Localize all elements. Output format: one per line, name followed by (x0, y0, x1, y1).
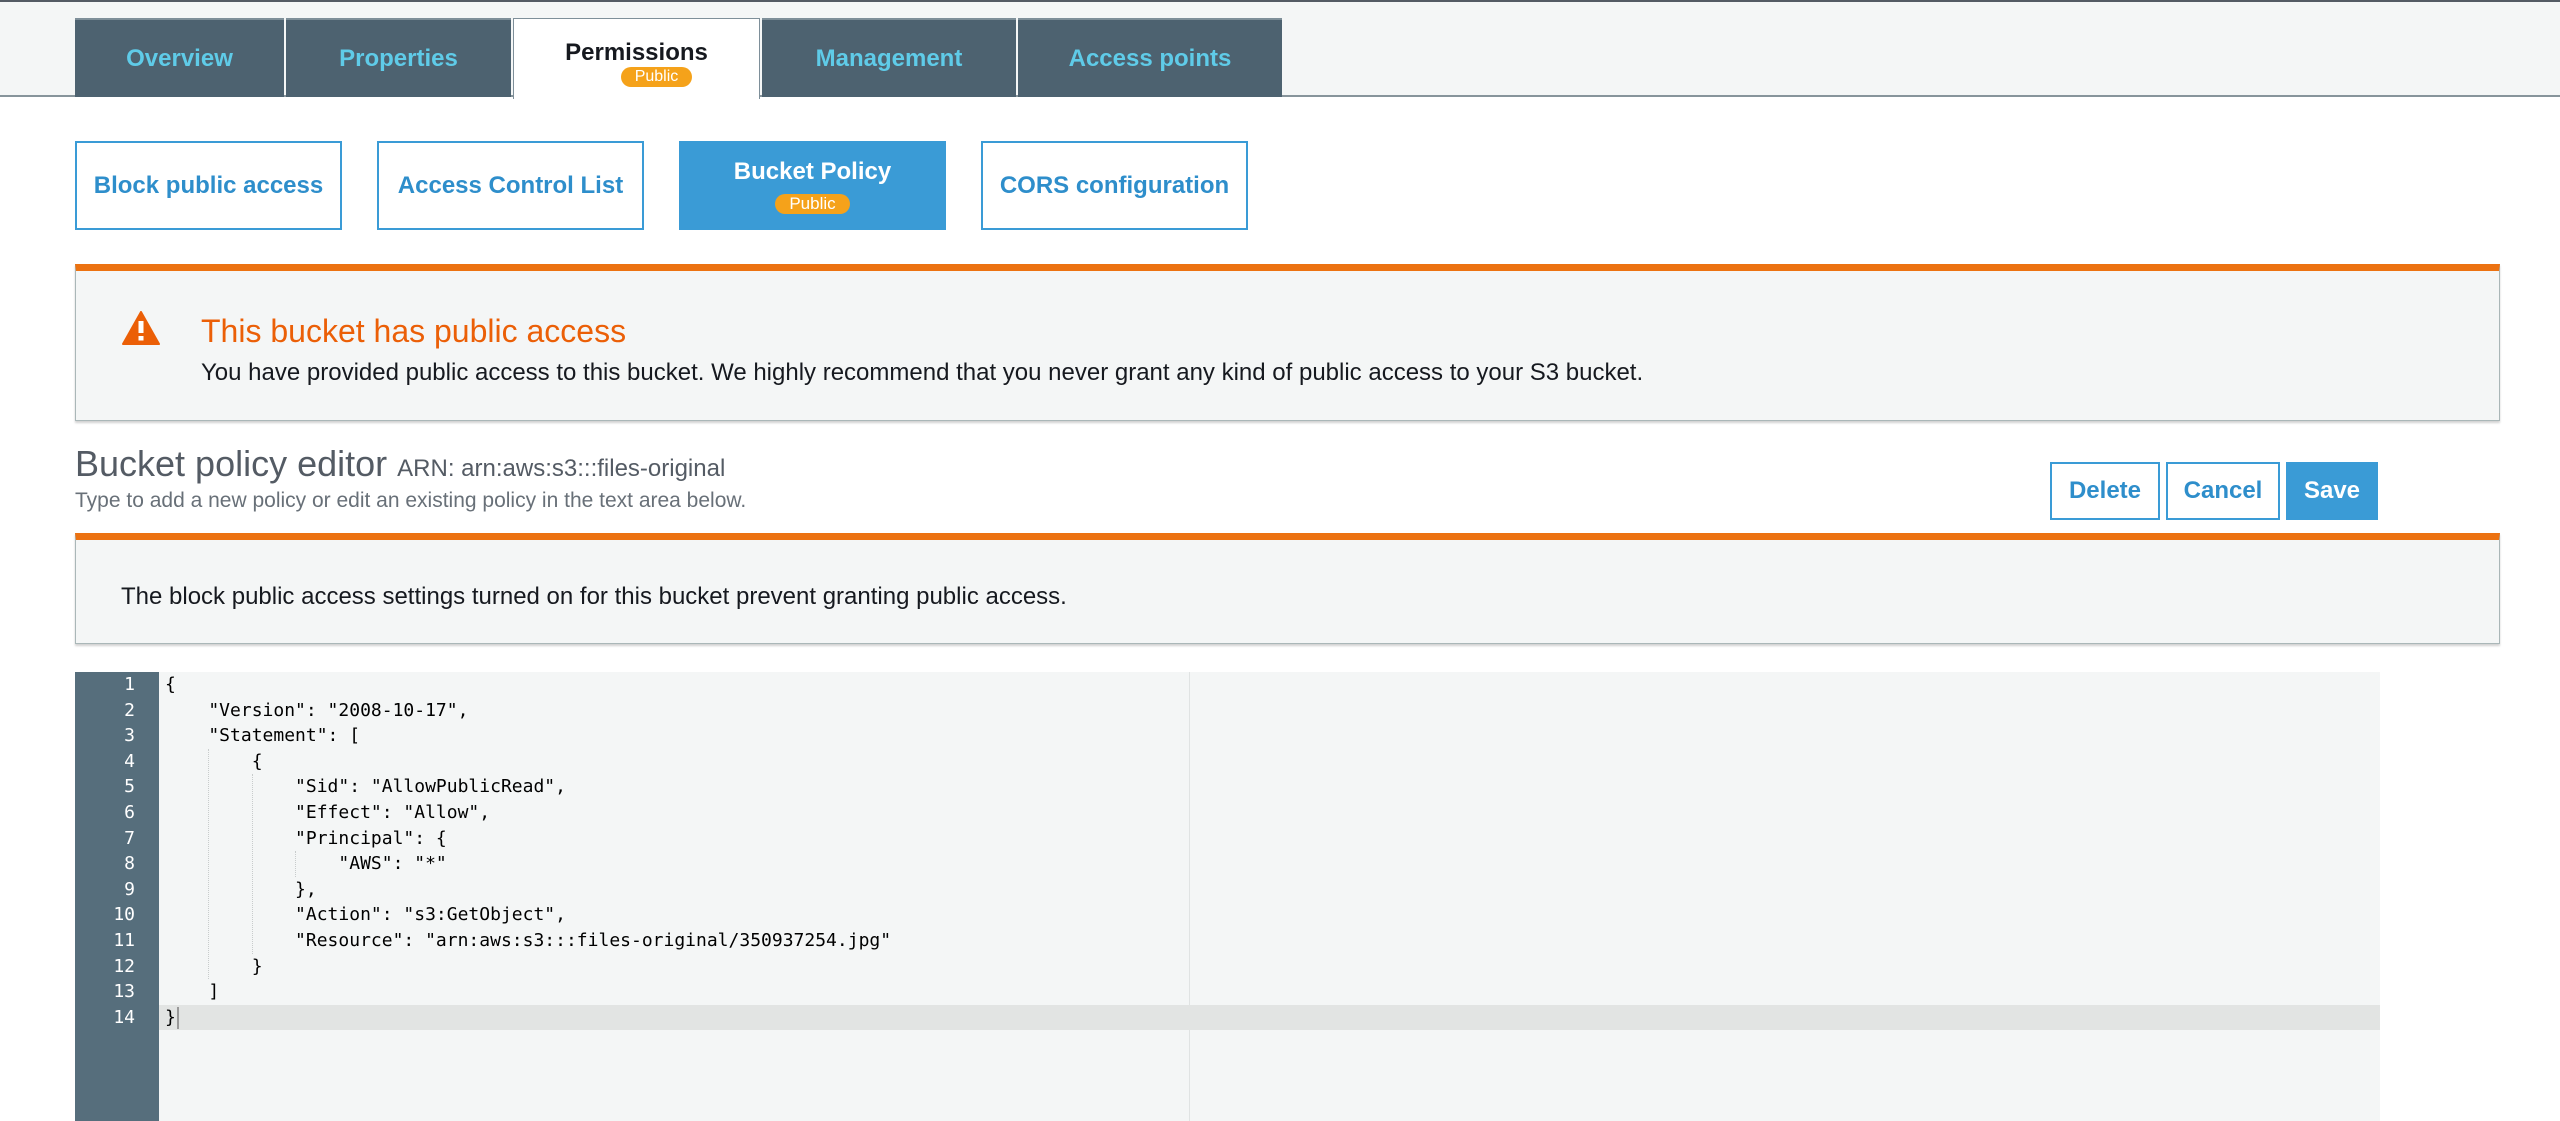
line-number: 4 (124, 750, 135, 772)
tab-access-points[interactable]: Access points (1018, 18, 1282, 97)
indent-guide (251, 774, 253, 954)
permissions-subtabs: Block public access Access Control List … (75, 141, 1248, 230)
code-line: "Principal": { (165, 827, 447, 849)
policy-code-editor[interactable]: 1 2 3 4 5 6 7 8 9 10 11 12 13 14 { "Version": "2008-1… (75, 672, 2380, 1121)
line-number: 10 (113, 904, 135, 926)
save-button[interactable]: Save (2286, 462, 2378, 520)
subtab-cors-configuration[interactable]: CORS configuration (981, 141, 1248, 230)
code-line: }, (165, 878, 317, 900)
tab-properties[interactable]: Properties (286, 18, 511, 97)
subtab-label: CORS configuration (999, 171, 1230, 199)
subtab-label: Bucket Policy (733, 157, 892, 185)
subtab-label: Access Control List (397, 171, 624, 199)
subtab-label: Block public access (93, 171, 324, 199)
tab-permissions[interactable]: Permissions Public (513, 18, 760, 99)
bucket-arn: ARN: arn:aws:s3:::files-original (397, 455, 726, 482)
code-line: { (165, 750, 263, 772)
subtab-bucket-policy[interactable]: Bucket Policy Public (679, 141, 946, 230)
line-number: 8 (124, 853, 135, 875)
code-line: "Version": "2008-10-17", (165, 699, 469, 721)
code-line: "Statement": [ (165, 725, 361, 747)
line-number: 5 (124, 776, 135, 798)
line-number: 13 (113, 981, 135, 1003)
alert-body: The block public access settings turned … (121, 583, 1067, 610)
line-number: 11 (113, 929, 135, 951)
alert-body: You have provided public access to this … (201, 359, 1644, 386)
code-line: } (165, 955, 263, 977)
line-number: 6 (124, 801, 135, 823)
delete-button[interactable]: Delete (2050, 462, 2160, 520)
code-line: "Action": "s3:GetObject", (165, 904, 566, 926)
subtab-access-control-list[interactable]: Access Control List (377, 141, 644, 230)
tab-management[interactable]: Management (762, 18, 1016, 97)
tab-label: Access points (1068, 44, 1232, 72)
code-line: { (165, 674, 176, 695)
line-number: 7 (124, 827, 135, 849)
top-tab-bar: Overview Properties Permissions Public M… (0, 0, 2560, 99)
indent-guide (208, 748, 210, 980)
code-line: "Resource": "arn:aws:s3:::files-original… (165, 929, 892, 951)
subtab-block-public-access[interactable]: Block public access (75, 141, 342, 230)
public-badge: Public (620, 67, 693, 87)
line-number-gutter: 1 2 3 4 5 6 7 8 9 10 11 12 13 14 (75, 672, 159, 1121)
editor-title: Bucket policy editor (75, 443, 388, 484)
tab-label: Properties (339, 44, 458, 72)
code-line: ] (165, 981, 220, 1003)
page-title: Bucket policy editor ARN: arn:aws:s3:::f… (75, 443, 725, 485)
code-line: "Effect": "Allow", (165, 801, 491, 823)
editor-subtitle: Type to add a new policy or edit an exis… (75, 489, 747, 512)
tab-overview[interactable]: Overview (75, 18, 284, 97)
line-number: 9 (124, 878, 135, 900)
public-badge: Public (775, 193, 850, 214)
tab-label: Management (815, 44, 963, 72)
public-access-alert: This bucket has public access You have p… (75, 264, 2500, 421)
line-number: 12 (113, 955, 135, 977)
line-number: 1 (124, 674, 135, 695)
tab-label: Permissions (565, 39, 708, 66)
code-line: "AWS": "*" (165, 853, 447, 875)
warning-icon (122, 311, 160, 345)
line-number: 2 (124, 699, 135, 721)
alert-title: This bucket has public access (201, 313, 627, 349)
code-line: } (159, 1004, 2380, 1031)
text-cursor (176, 1006, 179, 1029)
code-line: "Sid": "AllowPublicRead", (165, 776, 566, 798)
tab-label: Overview (126, 44, 233, 72)
block-public-access-alert: The block public access settings turned … (75, 533, 2500, 644)
code-text-area[interactable]: { "Version": "2008-10-17", "Statement": … (159, 672, 2380, 1121)
line-number: 14 (113, 1006, 135, 1028)
line-number: 3 (124, 725, 135, 747)
indent-guide (295, 851, 297, 877)
cancel-button[interactable]: Cancel (2166, 462, 2280, 520)
tab-list: Overview Properties Permissions Public M… (75, 18, 1282, 99)
editor-actions: Delete Cancel Save (2050, 462, 2378, 520)
